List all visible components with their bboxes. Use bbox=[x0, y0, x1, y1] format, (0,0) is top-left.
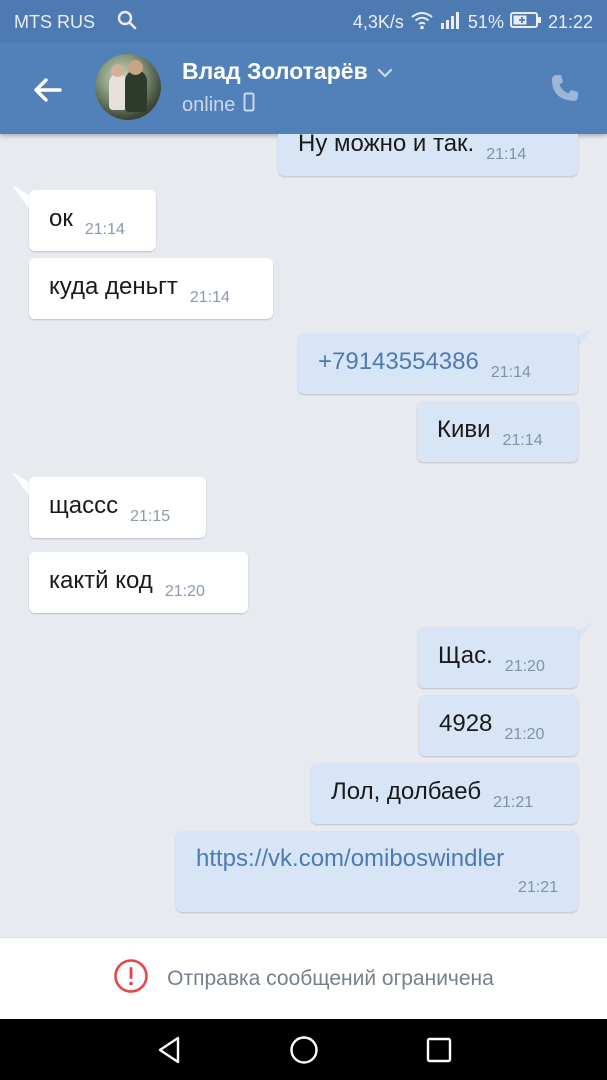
battery-percent: 51% bbox=[467, 12, 504, 32]
carrier-label: MTS RUS bbox=[14, 12, 95, 32]
message-time: 21:20 bbox=[164, 583, 205, 600]
message-text: кактй код bbox=[49, 567, 153, 594]
wifi-icon bbox=[410, 10, 434, 35]
message-text: ок bbox=[49, 205, 73, 232]
message-text: куда деньгт bbox=[49, 273, 178, 300]
online-status: online bbox=[182, 93, 236, 116]
battery-icon bbox=[509, 11, 542, 34]
message-time: 21:14 bbox=[502, 432, 543, 449]
message-outgoing[interactable]: Киви 21:14 bbox=[417, 401, 578, 462]
message-outgoing[interactable]: Ну можно и так. 21:14 bbox=[278, 134, 578, 176]
message-time: 21:21 bbox=[493, 794, 534, 811]
system-nav-bar bbox=[0, 1019, 607, 1080]
message-time: 21:20 bbox=[504, 658, 545, 675]
message-text: Щас. bbox=[438, 642, 493, 669]
phone-icon[interactable] bbox=[549, 72, 581, 104]
url-link[interactable]: https://vk.com/omiboswindler bbox=[196, 845, 504, 873]
status-bar: MTS RUS 4,3K/s 51% 21:22 bbox=[0, 0, 607, 42]
message-outgoing[interactable]: +79143554386 21:14 bbox=[298, 333, 578, 394]
message-time: 21:21 bbox=[517, 879, 558, 896]
message-incoming[interactable]: куда деньгт 21:14 bbox=[29, 258, 273, 319]
network-speed: 4,3K/s bbox=[352, 12, 404, 32]
message-list[interactable]: Ну можно и так. 21:14 ок 21:14 куда день… bbox=[0, 134, 607, 937]
nav-recents-icon[interactable] bbox=[422, 1033, 456, 1067]
nav-home-icon[interactable] bbox=[287, 1033, 321, 1067]
contact-name: Влад Золотарёв bbox=[182, 58, 368, 84]
message-time: 21:14 bbox=[490, 364, 531, 381]
message-text: щассс bbox=[49, 492, 119, 519]
message-incoming[interactable]: щассс 21:15 bbox=[29, 477, 206, 538]
restriction-bar: Отправка сообщений ограничена bbox=[0, 937, 607, 1019]
message-incoming[interactable]: кактй код 21:20 bbox=[29, 552, 248, 613]
restriction-text: Отправка сообщений ограничена bbox=[167, 966, 494, 990]
message-outgoing[interactable]: https://vk.com/omiboswindler 21:21 bbox=[176, 831, 578, 912]
signal-icon bbox=[440, 10, 462, 35]
message-text: Лол, долбаеб bbox=[331, 778, 482, 805]
mobile-icon bbox=[243, 92, 255, 118]
message-time: 21:14 bbox=[84, 221, 125, 238]
contact-status: online bbox=[182, 92, 255, 118]
chat-header: Влад Золотарёв online bbox=[0, 42, 607, 134]
chevron-down-icon bbox=[376, 58, 394, 85]
message-time: 21:20 bbox=[504, 726, 545, 743]
message-time: 21:14 bbox=[486, 146, 527, 163]
message-outgoing[interactable]: Щас. 21:20 bbox=[418, 627, 578, 688]
clock: 21:22 bbox=[547, 12, 593, 32]
message-time: 21:15 bbox=[130, 508, 171, 525]
message-outgoing[interactable]: Лол, долбаеб 21:21 bbox=[311, 763, 578, 824]
search-icon bbox=[117, 10, 137, 35]
message-outgoing[interactable]: 4928 21:20 bbox=[419, 695, 578, 756]
message-text: Киви bbox=[437, 416, 491, 443]
nav-back-icon[interactable] bbox=[152, 1033, 186, 1067]
warning-circle-icon bbox=[113, 958, 149, 1000]
contact-name-button[interactable]: Влад Золотарёв bbox=[182, 58, 394, 85]
back-arrow-icon[interactable] bbox=[28, 70, 68, 110]
avatar[interactable] bbox=[95, 54, 161, 120]
message-incoming[interactable]: ок 21:14 bbox=[29, 190, 156, 251]
phone-link[interactable]: +79143554386 bbox=[318, 348, 479, 376]
message-time: 21:14 bbox=[189, 289, 230, 306]
message-text: Ну можно и так. bbox=[298, 134, 475, 157]
message-text: 4928 bbox=[439, 710, 493, 737]
